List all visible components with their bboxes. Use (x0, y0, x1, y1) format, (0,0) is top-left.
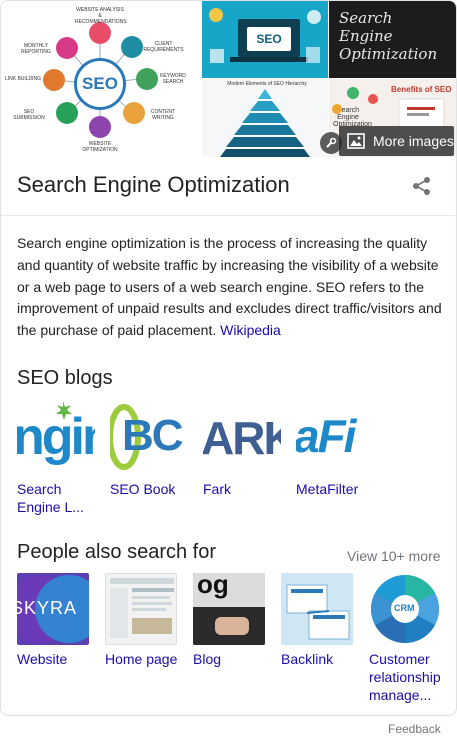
related-item[interactable]: CRM Customer relationship manage... (369, 573, 451, 704)
website-thumbnail: SKYRA (17, 573, 89, 645)
wrench-icon (326, 137, 337, 148)
seo-diagram-image[interactable]: SEO WEBSITE ANALYSIS & RECOMMENDATIONS C… (1, 1, 201, 157)
metafilter-logo: aFi (296, 401, 374, 474)
chalkboard-text: Search Engine Optimization (339, 9, 438, 63)
blog-item[interactable]: BC SEO Book (110, 401, 192, 498)
related-label: Home page (105, 651, 178, 667)
share-button[interactable] (411, 175, 433, 197)
crm-thumbnail: CRM (369, 573, 441, 645)
diagram-caption: CONTENT WRITING (150, 109, 176, 121)
diagram-caption: MONTHLY REPORTING (21, 43, 51, 55)
entity-description: Search engine optimization is the proces… (17, 233, 442, 342)
view-more-link[interactable]: View 10+ more (347, 548, 441, 564)
seo-hub-label: SEO (74, 58, 126, 110)
related-item[interactable]: Backlink (281, 573, 361, 668)
diagram-caption: KEYWORD SEARCH (160, 73, 186, 85)
knowledge-panel: SEO WEBSITE ANALYSIS & RECOMMENDATIONS C… (0, 0, 457, 716)
diagram-caption: WEBSITE OPTIMIZATION (82, 141, 118, 153)
seo-pyramid-image[interactable]: Modern Elements of SEO Hierarchy (202, 79, 328, 157)
diagram-caption: CLIENT REQUIREMENTS (143, 41, 184, 53)
pyramid-graphic (220, 89, 310, 157)
image-icon (347, 133, 365, 149)
related-label: Website (17, 651, 68, 667)
blog-item[interactable]: ngin Search Engine L... (17, 401, 99, 516)
more-images-button[interactable]: More images (339, 126, 454, 156)
seo-badge: SEO (247, 27, 291, 51)
diagram-caption: LINK BUILDING (4, 76, 42, 82)
diagram-caption: SEO SUBMISSION (13, 109, 45, 121)
wikipedia-link[interactable]: Wikipedia (220, 322, 281, 338)
seo-book-logo: BC (110, 401, 188, 474)
seo-laptop-image[interactable]: SEO (202, 1, 328, 78)
diagram-caption: WEBSITE ANALYSIS & RECOMMENDATIONS (75, 7, 127, 25)
blog-thumbnail: og (193, 573, 265, 645)
webpage-sketch (110, 578, 174, 638)
blog-label: Fark (203, 481, 231, 497)
share-icon (413, 177, 430, 195)
seo-blogs-heading: SEO blogs (17, 367, 113, 389)
blog-label: MetaFilter (296, 481, 359, 497)
related-item[interactable]: og Blog (193, 573, 273, 668)
blog-label: Search Engine L... (17, 481, 84, 515)
entity-title: Search Engine Optimization (17, 172, 290, 197)
feedback-link[interactable]: Feedback (388, 722, 441, 736)
image-collage[interactable]: SEO WEBSITE ANALYSIS & RECOMMENDATIONS C… (1, 1, 456, 157)
people-also-search-heading: People also search for (17, 541, 217, 563)
related-label: Backlink (281, 651, 334, 667)
search-engine-land-logo: ngin (17, 401, 95, 474)
blog-item[interactable]: aFi MetaFilter (296, 401, 378, 498)
more-images-label: More images (373, 133, 454, 149)
home-page-thumbnail (105, 573, 177, 645)
fark-logo: ARK (203, 401, 281, 474)
related-label: Customer relationship manage... (369, 651, 441, 703)
blog-item[interactable]: ARK Fark (203, 401, 285, 498)
seo-chalkboard-image[interactable]: Search Engine Optimization (329, 1, 456, 78)
related-label: Blog (193, 651, 222, 667)
entity-header: Search Engine Optimization (1, 157, 456, 216)
backlink-thumbnail (281, 573, 353, 645)
blog-label: SEO Book (110, 481, 176, 497)
link-diagram (286, 584, 350, 640)
related-item[interactable]: SKYRA Website (17, 573, 97, 668)
related-item[interactable]: Home page (105, 573, 185, 668)
